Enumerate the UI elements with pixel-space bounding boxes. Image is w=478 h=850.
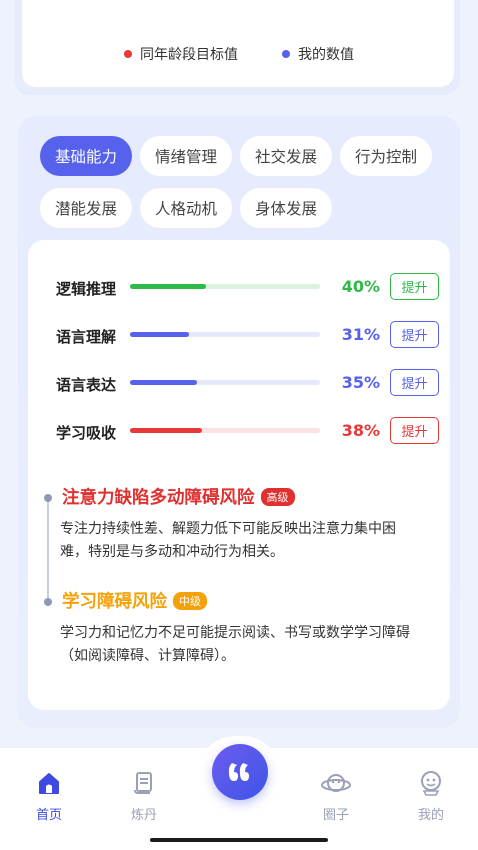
nav-item-profile[interactable]: 我的 xyxy=(406,770,456,823)
ability-label: 语言理解 xyxy=(56,328,117,346)
ability-bar-track xyxy=(130,284,320,289)
planet-icon xyxy=(321,774,351,792)
ability-bar-row: 学习吸收 38% 提升 xyxy=(56,416,439,446)
risk-title-adhd: 注意力缺陷多动障碍风险 高级 xyxy=(62,484,295,509)
ability-label: 语言表达 xyxy=(56,376,117,394)
tab-body[interactable]: 身体发展 xyxy=(240,188,332,228)
robot-face-icon xyxy=(421,771,441,796)
ability-bar-track xyxy=(130,428,320,433)
risk-title-learning: 学习障碍风险 中级 xyxy=(62,588,207,613)
legend-label-target: 同年龄段目标值 xyxy=(140,47,238,63)
tab-basic-ability[interactable]: 基础能力 xyxy=(40,136,132,176)
improve-button[interactable]: 提升 xyxy=(390,369,439,396)
scroll-icon xyxy=(134,772,152,794)
risk-title-text: 注意力缺陷多动障碍风险 xyxy=(62,488,255,508)
nav-label-home: 首页 xyxy=(35,808,62,823)
nav-item-alchemy[interactable]: 炼丹 xyxy=(119,770,169,823)
risk-description-adhd: 专注力持续性差、解题力低下可能反映出注意力集中困难，特别是与多动和冲动行为相关。 xyxy=(60,521,396,560)
home-icon xyxy=(39,773,59,794)
nav-label-alchemy: 炼丹 xyxy=(130,808,157,823)
risk-description-learning: 学习力和记忆力不足可能提示阅读、书写或数学学习障碍（如阅读障碍、计算障碍）。 xyxy=(60,625,410,664)
tab-personality[interactable]: 人格动机 xyxy=(140,188,232,228)
quote-icon xyxy=(228,763,249,781)
risk-level-badge: 中级 xyxy=(173,591,207,610)
improve-button[interactable]: 提升 xyxy=(390,321,439,348)
ability-percent: 31% xyxy=(341,325,380,344)
nav-label-profile: 我的 xyxy=(417,808,444,823)
risk-level-badge: 高级 xyxy=(260,487,295,506)
timeline-line xyxy=(47,498,49,604)
ability-bar-fill xyxy=(130,428,203,433)
improve-button[interactable]: 提升 xyxy=(390,273,439,300)
home-indicator xyxy=(150,838,328,842)
legend-item-mine: 我的数值 xyxy=(282,44,354,64)
tab-social[interactable]: 社交发展 xyxy=(240,136,332,176)
ability-card: 基础能力 情绪管理 社交发展 行为控制 潜能发展 人格动机 身体发展 逻辑推理 4… xyxy=(18,116,460,728)
risk-title-text: 学习障碍风险 xyxy=(62,592,167,612)
ability-percent: 38% xyxy=(341,421,380,440)
nav-item-home[interactable]: 首页 xyxy=(24,770,74,823)
ability-percent: 40% xyxy=(341,277,380,296)
ability-label: 逻辑推理 xyxy=(56,280,117,298)
ability-bar-track xyxy=(130,332,320,337)
improve-button[interactable]: 提升 xyxy=(390,417,439,444)
legend-item-target: 同年龄段目标值 xyxy=(124,44,238,64)
ability-bar-track xyxy=(130,380,320,385)
tab-emotion[interactable]: 情绪管理 xyxy=(140,136,232,176)
legend-dot-mine xyxy=(282,50,290,58)
center-action-button[interactable] xyxy=(212,744,268,800)
ability-bar-row: 语言理解 31% 提升 xyxy=(56,320,439,350)
tab-potential[interactable]: 潜能发展 xyxy=(40,188,132,228)
chart-legend: 同年龄段目标值 我的数值 xyxy=(0,44,478,64)
timeline-dot xyxy=(44,494,52,502)
ability-bar-row: 语言表达 35% 提升 xyxy=(56,368,439,398)
ability-label: 学习吸收 xyxy=(56,424,117,442)
timeline-dot xyxy=(44,598,52,606)
nav-item-circle[interactable]: 圈子 xyxy=(311,770,361,823)
ability-bar-fill xyxy=(130,332,189,337)
legend-label-mine: 我的数值 xyxy=(298,47,354,63)
ability-detail-card: 逻辑推理 40% 提升 语言理解 31% 提升 语言表达 35% 提升 学习吸收 38% 提升 注意力… xyxy=(28,240,450,710)
ability-bar-row: 逻辑推理 40% 提升 xyxy=(56,272,439,302)
tab-behavior[interactable]: 行为控制 xyxy=(340,136,432,176)
legend-dot-target xyxy=(124,50,132,58)
ability-percent: 35% xyxy=(341,373,380,392)
nav-label-circle: 圈子 xyxy=(322,808,349,823)
ability-bar-fill xyxy=(130,380,197,385)
ability-bar-fill xyxy=(130,284,206,289)
